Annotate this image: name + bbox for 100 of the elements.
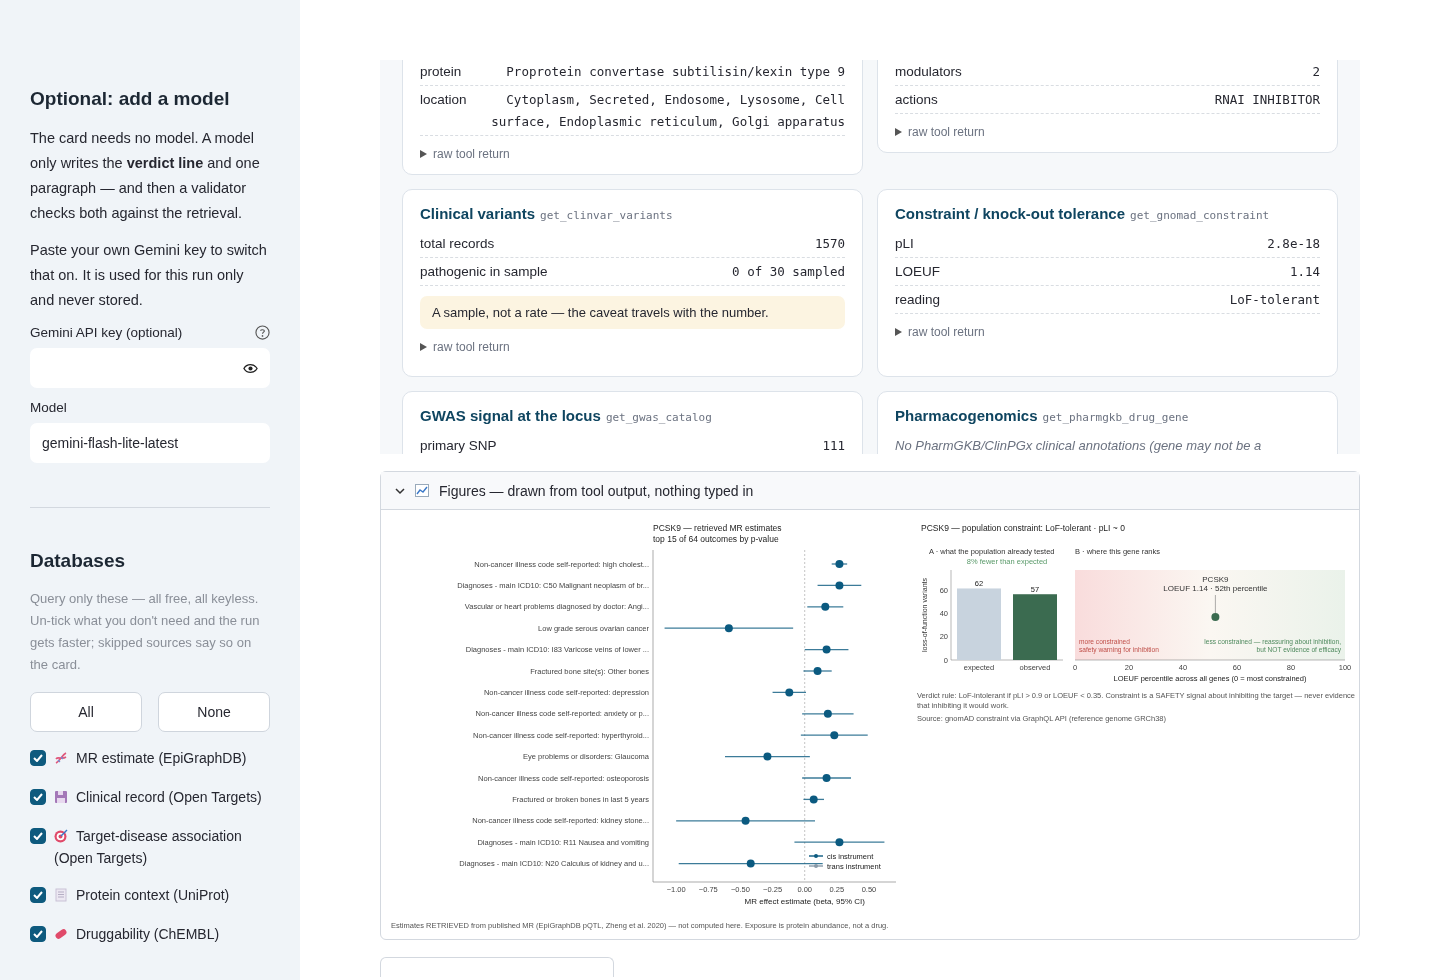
error-bar (816, 584, 862, 587)
disclosure-triangle-icon (420, 343, 427, 351)
paragraph: The card needs no model. A model only writes the verdict line and one paragraph — and then a validator checks both against the retrieval. (30, 129, 261, 223)
field-label: Gemini API key (optional) (30, 325, 183, 340)
legend-marker (808, 864, 824, 868)
error-bar (802, 798, 825, 801)
disclosure-triangle-icon (420, 150, 427, 158)
row-label: primary SNP (420, 437, 497, 454)
section-title: Optional: add a model (30, 88, 231, 110)
check-icon (33, 832, 43, 840)
card-title: Pharmacogenomics (895, 407, 1038, 424)
data-point (724, 624, 733, 633)
chevron-icon (395, 485, 405, 496)
checkbox-label[interactable]: Protein context (UniProt) (54, 885, 270, 907)
checkbox[interactable] (30, 828, 46, 844)
data-point (822, 774, 831, 782)
card-title: Clinical variants (420, 205, 536, 222)
disclosure-triangle-icon (895, 128, 902, 136)
figures-title: Figures — drawn from tool output, nothing typed in (439, 482, 754, 499)
data-point (746, 859, 755, 868)
checkbox[interactable] (30, 887, 46, 903)
row-value: 111 (822, 437, 845, 454)
field-label: Model (30, 400, 67, 415)
raw-return-toggle[interactable]: raw tool return (420, 147, 845, 161)
row-label: actions (895, 91, 938, 109)
checkbox[interactable] (30, 789, 46, 805)
dna-icon (54, 751, 68, 765)
point-label: PCSK9 (1202, 575, 1229, 584)
paragraph: Paste your own Gemini key to switch that on. It is used for this run only and never stored. (30, 241, 268, 310)
row-label: protein (420, 63, 462, 81)
empty-message: No PharmGKB/ClinPGx clinical annotations (gene may not be a (895, 437, 1263, 454)
data-point (830, 731, 839, 740)
bar (1013, 594, 1057, 660)
caveat-note: A sample, not a rate — the caveat travels with the number. (420, 296, 845, 329)
check-icon (33, 793, 43, 801)
select-button[interactable]: All (30, 692, 142, 732)
row-value: 2 (1312, 63, 1320, 81)
row-label: modulators (895, 63, 962, 81)
disclosure-triangle-icon (895, 328, 902, 336)
checkbox-label[interactable]: MR estimate (EpiGraphDB) (54, 748, 270, 770)
row-value: LoF-tolerant (1229, 291, 1320, 309)
target-icon (54, 829, 68, 843)
row-value: 2.8e-18 (1267, 235, 1320, 253)
data-point (809, 795, 818, 804)
tool-name: get_gnomad_constraint (1130, 209, 1270, 222)
check-icon (33, 754, 43, 762)
help-icon[interactable] (255, 325, 270, 340)
data-point (835, 581, 844, 590)
leader-line (1215, 594, 1216, 614)
eye-icon[interactable] (243, 362, 258, 374)
row-label: pLI (895, 235, 914, 253)
row-label: reading (895, 291, 941, 309)
raw-return-toggle[interactable]: raw tool return (895, 325, 1320, 339)
checkbox-label[interactable]: Clinical record (Open Targets) (54, 787, 270, 809)
select-button[interactable]: None (158, 692, 270, 732)
data-point (813, 667, 822, 675)
raw-return-toggle[interactable]: raw tool return (895, 125, 1320, 139)
chart-title: PCSK9 — retrieved MR estimates (653, 523, 782, 533)
section-title: Databases (30, 550, 127, 572)
checkbox[interactable] (30, 750, 46, 766)
check-icon (33, 930, 43, 938)
chart-icon (415, 484, 429, 497)
bar (957, 588, 1001, 660)
model-field[interactable]: gemini-flash-lite-latest (30, 423, 270, 463)
data-point (835, 838, 844, 847)
data-point (822, 645, 831, 654)
card-title: Constraint / knock-out tolerance (895, 205, 1126, 222)
api-key-field[interactable] (30, 348, 270, 388)
point-label: LOEUF 1.14 · 52th percentile (1163, 584, 1268, 593)
row-value: RNAI INHIBITOR (1214, 91, 1320, 109)
checkbox-label[interactable]: Target-disease association (Open Targets) (54, 826, 270, 868)
chart-title: top 15 of 64 outcomes by p-value (653, 534, 779, 544)
axis-title: MR effect estimate (beta, 95% CI) (744, 897, 865, 906)
tool-name: get_gwas_catalog (605, 411, 712, 424)
checkbox-label[interactable]: Druggability (ChEMBL) (54, 924, 270, 946)
paragraph: Query only these — all free, all keyless. Un-tick what you don't need and the run gets faster; skipped sources say so on the card. (30, 590, 261, 674)
data-point (785, 688, 794, 697)
pill-icon (54, 927, 68, 941)
data-point (741, 816, 750, 825)
row-label: LOEUF (895, 263, 940, 281)
legend-marker (808, 854, 824, 858)
data-point (821, 602, 830, 611)
data-point (763, 752, 772, 761)
row-label: total records (420, 235, 495, 253)
data-point (823, 709, 832, 718)
check-icon (33, 891, 43, 899)
checkbox[interactable] (30, 926, 46, 942)
row-label: location (420, 91, 467, 109)
row-value: Proprotein convertase subtilisin/kexin type 9 (506, 63, 845, 81)
error-bar (804, 648, 850, 651)
row-value: 1.14 (1289, 263, 1320, 281)
tool-name: get_pharmgkb_drug_gene (1042, 411, 1189, 424)
data-point (835, 560, 844, 568)
row-label: pathogenic in sample (420, 263, 548, 281)
row-value: 1570 (814, 235, 845, 253)
row-value: 0 of 30 sampled (732, 263, 845, 281)
error-bar (771, 691, 807, 694)
card-title: GWAS signal at the locus (420, 407, 601, 424)
figures-header[interactable]: Figures — drawn from tool output, nothing typed in (381, 472, 1359, 510)
raw-return-toggle[interactable]: raw tool return (420, 340, 845, 354)
